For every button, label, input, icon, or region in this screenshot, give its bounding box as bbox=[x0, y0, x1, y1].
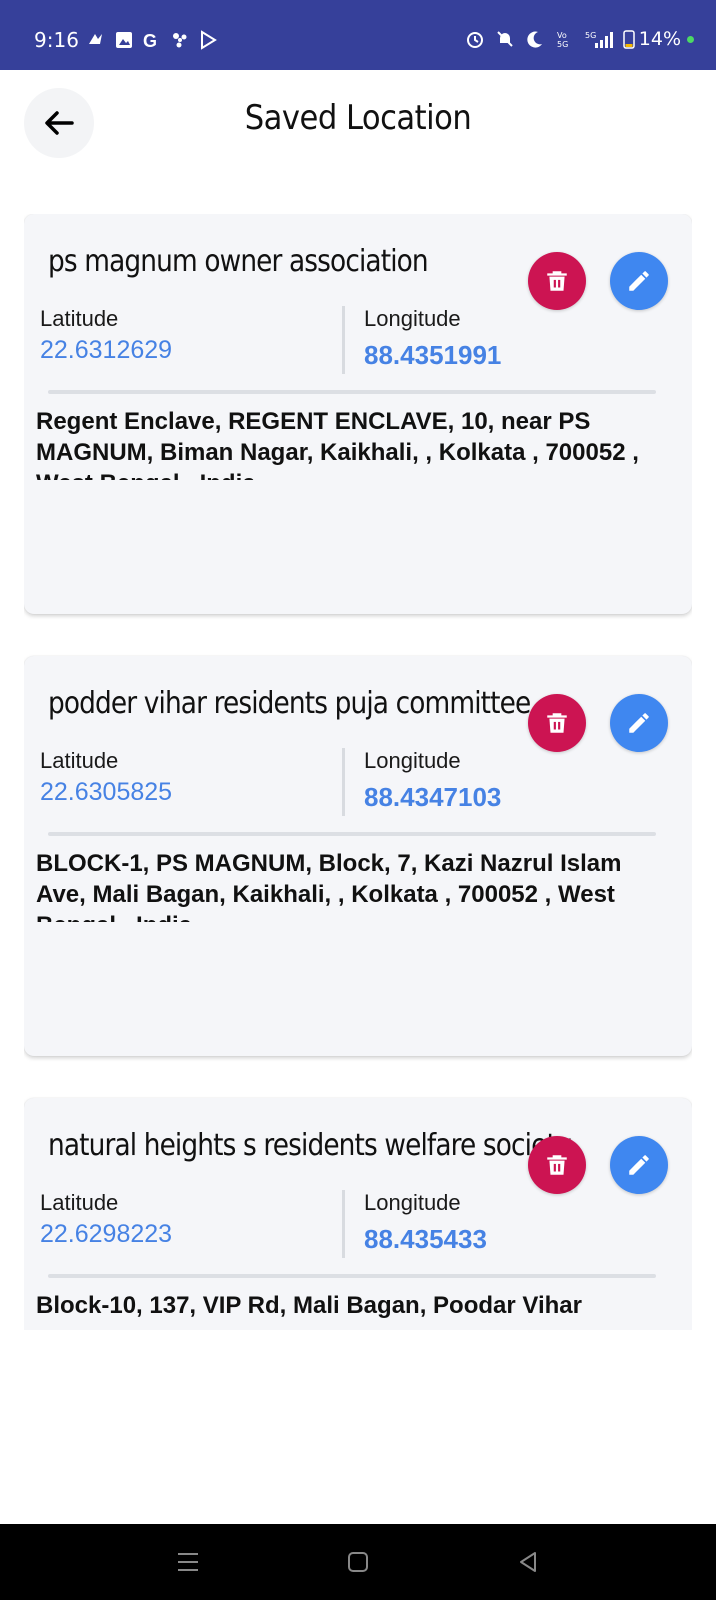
battery-icon bbox=[623, 30, 635, 49]
5g-signal-icon: 5G bbox=[585, 31, 613, 48]
delete-button[interactable] bbox=[528, 252, 586, 310]
battery-percent: 14% bbox=[638, 28, 681, 50]
latitude-label: Latitude bbox=[40, 306, 119, 331]
trash-icon bbox=[547, 271, 567, 291]
trash-icon bbox=[547, 1155, 567, 1175]
location-name: natural heights s residents welfare soci… bbox=[48, 1128, 572, 1163]
location-card[interactable]: ps magnum owner association Latitude 22.… bbox=[24, 214, 692, 614]
back-nav-button[interactable] bbox=[510, 1544, 546, 1580]
coordinate-divider bbox=[342, 306, 345, 374]
svg-text:5G: 5G bbox=[585, 31, 596, 40]
gallery-icon bbox=[116, 32, 132, 48]
longitude-label: Longitude bbox=[364, 1190, 461, 1215]
trash-icon bbox=[547, 713, 567, 733]
pencil-icon bbox=[629, 1155, 649, 1175]
status-time: 9:16 bbox=[34, 28, 79, 52]
longitude-value: 88.435433 bbox=[364, 1224, 487, 1254]
edit-button[interactable] bbox=[610, 252, 668, 310]
address-text: Block-10, 137, VIP Rd, Mali Bagan, Pooda… bbox=[36, 1292, 582, 1319]
pencil-icon bbox=[629, 713, 649, 733]
system-icons: Vo 5G 5G 14% bbox=[465, 28, 694, 50]
longitude-label: Longitude bbox=[364, 748, 461, 773]
location-card[interactable]: podder vihar residents puja committee La… bbox=[24, 656, 692, 1056]
pencil-icon bbox=[629, 271, 649, 291]
status-bar: 9:16 G Vo 5G 5G 14% bbox=[0, 0, 716, 70]
edit-button[interactable] bbox=[610, 694, 668, 752]
location-card[interactable]: natural heights s residents welfare soci… bbox=[24, 1098, 692, 1330]
longitude-value: 88.4347103 bbox=[364, 782, 502, 812]
latitude-value: 22.6305825 bbox=[40, 778, 173, 806]
privacy-dot bbox=[687, 35, 694, 43]
longitude-label: Longitude bbox=[364, 306, 461, 331]
svg-text:5G: 5G bbox=[557, 40, 568, 49]
triangle-back-icon bbox=[520, 1552, 536, 1572]
coordinate-divider bbox=[342, 1190, 345, 1258]
edit-button[interactable] bbox=[610, 1136, 668, 1194]
play-store-icon bbox=[201, 30, 217, 50]
moon-icon bbox=[527, 31, 542, 48]
app-icon bbox=[89, 34, 102, 44]
location-list[interactable]: ps magnum owner association Latitude 22.… bbox=[24, 214, 692, 1330]
square-icon bbox=[348, 1552, 368, 1572]
divider bbox=[48, 390, 656, 394]
latitude-value: 22.6298223 bbox=[40, 1220, 173, 1248]
svg-text:Vo: Vo bbox=[557, 31, 567, 40]
latitude-value: 22.6312629 bbox=[40, 336, 173, 364]
home-button[interactable] bbox=[340, 1544, 376, 1580]
google-icon: G bbox=[143, 31, 157, 50]
page-title: Saved Location bbox=[244, 98, 472, 138]
recents-button[interactable] bbox=[170, 1544, 206, 1580]
navigation-bar bbox=[0, 1524, 716, 1600]
longitude-value: 88.4351991 bbox=[364, 340, 502, 370]
menu-icon bbox=[178, 1553, 198, 1571]
svg-text:G: G bbox=[143, 31, 157, 50]
latitude-label: Latitude bbox=[40, 1190, 119, 1215]
battery-indicator: 14% bbox=[623, 28, 694, 50]
latitude-label: Latitude bbox=[40, 748, 119, 773]
location-name: ps magnum owner association bbox=[48, 244, 429, 279]
address-text: BLOCK-1, PS MAGNUM, Block, 7, Kazi Nazru… bbox=[36, 850, 622, 922]
mute-icon bbox=[497, 31, 513, 47]
volte-icon: Vo5G bbox=[557, 31, 568, 49]
delete-button[interactable] bbox=[528, 694, 586, 752]
coordinate-divider bbox=[342, 748, 345, 816]
fan-icon bbox=[173, 33, 187, 48]
delete-button[interactable] bbox=[528, 1136, 586, 1194]
location-name: podder vihar residents puja committee bbox=[48, 686, 531, 721]
address-text: Regent Enclave, REGENT ENCLAVE, 10, near… bbox=[36, 408, 639, 480]
alarm-icon bbox=[466, 32, 483, 48]
divider bbox=[48, 832, 656, 836]
divider bbox=[48, 1274, 656, 1278]
notification-icons: G bbox=[86, 30, 218, 50]
